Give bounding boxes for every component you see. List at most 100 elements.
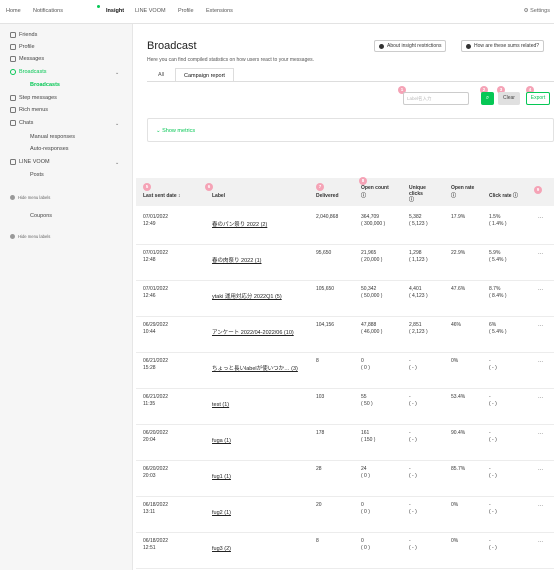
table-row: 07/01/2022 12:49 春のパン祭り 2022 (2) 2,040,868 3…: [136, 209, 554, 245]
about-insight-restrictions-button[interactable]: About insight restrictions: [374, 40, 447, 52]
cell-unique-clicks-sub: ( - ): [409, 545, 417, 551]
more-options-icon[interactable]: ···: [538, 538, 543, 546]
more-options-icon[interactable]: ···: [538, 430, 543, 438]
header-click-rate: Click rate ⓘ: [489, 193, 518, 199]
chevron-down-icon[interactable]: ⌄: [115, 160, 119, 166]
cell-label[interactable]: fug3 (2): [212, 545, 231, 553]
cell-label[interactable]: 春の肉祭り 2022 (1): [212, 257, 262, 265]
more-options-icon[interactable]: ···: [538, 250, 543, 258]
hide-labels-icon: [10, 234, 15, 239]
header-open-rate-info-icon[interactable]: ⓘ: [451, 193, 456, 200]
cell-open-count-sub: ( 0 ): [361, 365, 370, 371]
more-options-icon[interactable]: ···: [538, 358, 543, 366]
cell-open-count-sub: ( 50 ): [361, 401, 373, 407]
cell-unique-clicks-sub: ( - ): [409, 473, 417, 479]
cell-label[interactable]: fuga (1): [212, 437, 231, 445]
sidebar-item-step-messages[interactable]: Step messages: [10, 95, 57, 101]
table-row: 06/20/2022 20:04 fuga (1) 178 161( 150 ) -( -…: [136, 425, 554, 461]
more-options-icon[interactable]: ···: [538, 214, 543, 222]
nav-extensions[interactable]: Extensions: [206, 8, 233, 14]
cell-label[interactable]: fug2 (1): [212, 509, 231, 517]
messages-icon: [10, 56, 16, 62]
header-clicks-info-icon[interactable]: ⓘ: [409, 197, 414, 204]
sidebar-sub-manual-responses[interactable]: Manual responses: [30, 134, 75, 140]
nav-home[interactable]: Home: [6, 8, 21, 14]
cell-open-rate: 53.4%: [451, 394, 466, 400]
cell-open-count-sub: ( 0 ): [361, 509, 370, 515]
tab-all[interactable]: All: [158, 68, 164, 82]
header-last-sent[interactable]: Last sent date ↕: [143, 193, 181, 200]
sidebar-sub-coupons[interactable]: Coupons: [30, 213, 52, 219]
cell-label[interactable]: ちょっと長いlabelが使いつか… (3): [212, 365, 298, 373]
cell-unique-clicks-sub: ( - ): [409, 401, 417, 407]
sidebar-item-broadcasts[interactable]: Broadcasts: [10, 69, 47, 75]
sidebar-item-messages[interactable]: Messages: [10, 56, 44, 62]
cell-click-rate-sub: ( 5.4% ): [489, 257, 507, 263]
cell-unique-clicks-sub: ( 2,123 ): [409, 329, 428, 335]
clear-button[interactable]: Clear: [498, 92, 520, 105]
sidebar-item-friends[interactable]: Friends: [10, 32, 37, 38]
cell-open-count-sub: ( 20,000 ): [361, 257, 383, 263]
cell-click-rate-sub: ( - ): [489, 545, 497, 551]
cell-open-rate: 47.6%: [451, 286, 466, 292]
search-button[interactable]: ⌕: [481, 92, 494, 105]
cell-delivered: 178: [316, 430, 325, 436]
cell-time: 10:44: [143, 329, 156, 335]
cell-time: 13:11: [143, 509, 156, 515]
more-options-icon[interactable]: ···: [538, 466, 543, 474]
cell-click-rate-sub: ( - ): [489, 509, 497, 515]
nav-profile[interactable]: Profile: [178, 8, 194, 14]
cell-click-rate-sub: ( - ): [489, 401, 497, 407]
chevron-down-icon[interactable]: ⌄: [115, 70, 119, 76]
sidebar-item-rich-menus[interactable]: Rich menus: [10, 107, 48, 113]
sidebar-sub-broadcasts[interactable]: Broadcasts: [30, 82, 60, 88]
header-open-count-info-icon[interactable]: ⓘ: [361, 193, 366, 200]
cell-open-count-sub: ( 46,000 ): [361, 329, 383, 335]
cell-delivered: 20: [316, 502, 322, 508]
hide-menu-labels-2[interactable]: Hide menu labels: [10, 234, 50, 239]
cell-open-rate: 46%: [451, 322, 462, 328]
table-row: 06/21/2022 11:35 test (1) 103 55( 50 ) -( - )…: [136, 389, 554, 425]
export-button[interactable]: Export: [526, 92, 550, 105]
cell-open-rate: 0%: [451, 502, 459, 508]
cell-label[interactable]: ytaki 運用対応分 2022Q1 (5): [212, 293, 282, 301]
cell-open-count-sub: ( 0 ): [361, 545, 370, 551]
cell-label[interactable]: 春のパン祭り 2022 (2): [212, 221, 267, 229]
cell-open-count-sub: ( 150 ): [361, 437, 376, 443]
more-options-icon[interactable]: ···: [538, 502, 543, 510]
cell-label[interactable]: アンケート 2022/04-2022/06 (10): [212, 329, 294, 337]
cell-unique-clicks-sub: ( - ): [409, 437, 417, 443]
label-search-input[interactable]: Label名入力: [403, 92, 469, 105]
more-options-icon[interactable]: ···: [538, 286, 543, 294]
search-icon: ⌕: [485, 95, 490, 101]
show-metrics-toggle[interactable]: ⌄ Show metrics: [156, 128, 195, 134]
sidebar-item-line-voom[interactable]: LINE VOOM: [10, 159, 50, 165]
nav-insight[interactable]: Insight: [106, 8, 124, 14]
chevron-down-icon[interactable]: ⌄: [115, 121, 119, 127]
table-row: 06/29/2022 10:44 アンケート 2022/04-2022/06 (10…: [136, 317, 554, 353]
more-options-icon[interactable]: ···: [538, 394, 543, 402]
nav-notifications[interactable]: Notifications: [33, 8, 63, 14]
sums-related-button[interactable]: How are these sums related?: [461, 40, 545, 52]
cell-time: 12:46: [143, 293, 156, 299]
cell-unique-clicks-sub: ( 4,123 ): [409, 293, 428, 299]
cell-open-count-sub: ( 0 ): [361, 473, 370, 479]
nav-line-voom[interactable]: LINE VOOM: [135, 8, 166, 14]
tab-campaign-report[interactable]: Campaign report: [175, 68, 234, 82]
sidebar-sub-auto-responses[interactable]: Auto-responses: [30, 146, 69, 152]
settings-link[interactable]: ⚙ Settings: [524, 8, 550, 14]
hide-labels-icon: [10, 195, 15, 200]
hide-menu-labels-1[interactable]: Hide menu labels: [10, 195, 50, 200]
cell-click-rate-sub: ( 1.4% ): [489, 221, 507, 227]
cell-time: 11:35: [143, 401, 156, 407]
show-metrics-panel[interactable]: ⌄ Show metrics: [147, 118, 554, 142]
more-options-icon[interactable]: ···: [538, 322, 543, 330]
sidebar-sub-posts[interactable]: Posts: [30, 172, 44, 178]
cell-open-rate: 17.9%: [451, 214, 466, 220]
sidebar-item-chats[interactable]: Chats: [10, 120, 33, 126]
cell-label[interactable]: test (1): [212, 401, 229, 409]
cell-open-count-sub: ( 300,000 ): [361, 221, 386, 227]
cell-label[interactable]: fug1 (1): [212, 473, 231, 481]
header-label: Label: [212, 193, 226, 199]
sidebar-item-profile[interactable]: Profile: [10, 44, 35, 50]
